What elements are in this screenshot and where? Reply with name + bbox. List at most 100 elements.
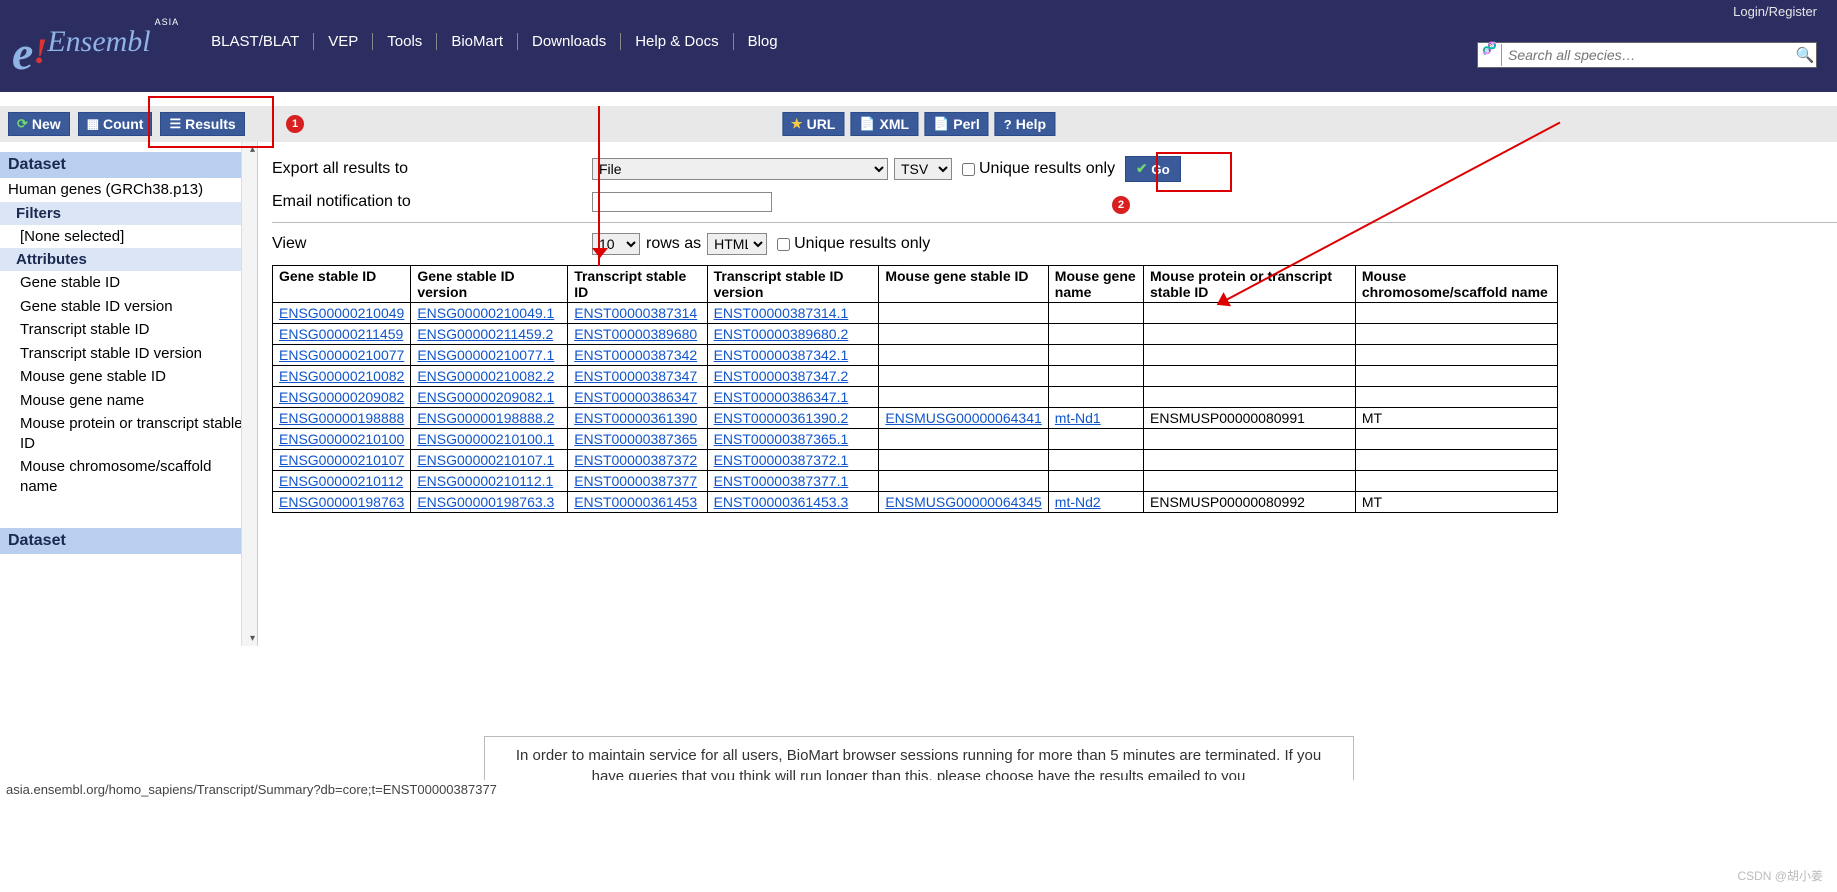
view-format-select[interactable]: HTML <box>707 233 767 255</box>
id-link[interactable]: ENSMUSG00000064345 <box>885 494 1041 510</box>
view-unique-checkbox[interactable] <box>777 238 790 251</box>
nav-tools[interactable]: Tools <box>373 33 437 50</box>
go-button[interactable]: ✔Go <box>1125 156 1181 182</box>
export-unique-checkbox[interactable] <box>962 163 975 176</box>
search-icon[interactable]: 🔍 <box>1794 46 1816 64</box>
id-link[interactable]: ENSG00000211459.2 <box>417 326 553 342</box>
table-cell: ENSG00000210082 <box>273 366 411 387</box>
login-link[interactable]: Login/Register <box>1733 4 1817 19</box>
sidebar-dataset-head[interactable]: Dataset <box>0 152 257 178</box>
id-link[interactable]: ENSG00000210077.1 <box>417 347 554 363</box>
id-link[interactable]: ENST00000387365 <box>574 431 697 447</box>
id-link[interactable]: ENST00000387314.1 <box>714 305 849 321</box>
refresh-icon: ⟳ <box>17 116 28 132</box>
ensembl-logo[interactable]: e! Ensembl ASIA <box>12 35 175 73</box>
id-link[interactable]: ENSG00000210049 <box>279 305 404 321</box>
nav-blast[interactable]: BLAST/BLAT <box>197 33 314 50</box>
id-link[interactable]: ENSG00000210112 <box>279 473 403 489</box>
export-dest-select[interactable]: File <box>592 158 888 180</box>
id-link[interactable]: ENSMUSG00000064341 <box>885 410 1041 426</box>
id-link[interactable]: mt-Nd2 <box>1055 494 1101 510</box>
id-link[interactable]: ENST00000387377 <box>574 473 697 489</box>
scroll-up-icon[interactable]: ▴ <box>250 144 255 155</box>
list-icon: ☰ <box>169 116 181 132</box>
column-header: Gene stable ID <box>273 266 411 303</box>
table-cell: ENSG00000211459.2 <box>411 324 568 345</box>
id-link[interactable]: ENSG00000210100.1 <box>417 431 554 447</box>
id-link[interactable]: ENST00000387372 <box>574 452 697 468</box>
id-link[interactable]: ENST00000361390.2 <box>714 410 849 426</box>
table-cell: ENST00000387365.1 <box>707 429 879 450</box>
id-link[interactable]: ENSG00000209082.1 <box>417 389 554 405</box>
view-count-select[interactable]: 10 <box>592 233 640 255</box>
id-link[interactable]: ENST00000361453.3 <box>714 494 849 510</box>
id-link[interactable]: ENSG00000210112.1 <box>417 473 553 489</box>
email-input[interactable] <box>592 192 772 212</box>
sidebar-dataset-head-2[interactable]: Dataset <box>0 528 257 554</box>
sidebar-dataset-value[interactable]: Human genes (GRCh38.p13) <box>0 178 257 202</box>
id-link[interactable]: ENSG00000198888.2 <box>417 410 554 426</box>
species-selector-icon[interactable]: 🧬▾ <box>1478 44 1502 66</box>
count-button[interactable]: ▦Count <box>78 112 153 136</box>
column-header: Transcript stable ID version <box>707 266 879 303</box>
id-link[interactable]: ENST00000387347.2 <box>714 368 849 384</box>
table-cell <box>1048 324 1143 345</box>
id-link[interactable]: ENST00000387342.1 <box>714 347 849 363</box>
sidebar-attr-5: Mouse gene name <box>0 389 257 413</box>
id-link[interactable]: ENSG00000209082 <box>279 389 404 405</box>
perl-button[interactable]: 📄Perl <box>924 112 989 136</box>
id-link[interactable]: ENST00000361453 <box>574 494 697 510</box>
table-cell: ENST00000387347 <box>568 366 707 387</box>
nav-blog[interactable]: Blog <box>734 33 792 50</box>
nav-help[interactable]: Help & Docs <box>621 33 733 50</box>
id-link[interactable]: ENSG00000210049.1 <box>417 305 554 321</box>
sidebar-attributes-head[interactable]: Attributes <box>0 248 257 271</box>
table-cell: ENSG00000211459 <box>273 324 411 345</box>
table-cell: ENST00000387314.1 <box>707 303 879 324</box>
id-link[interactable]: ENST00000389680 <box>574 326 697 342</box>
nav-downloads[interactable]: Downloads <box>518 33 621 50</box>
url-button[interactable]: ★URL <box>782 112 844 136</box>
id-link[interactable]: ENST00000387365.1 <box>714 431 849 447</box>
id-link[interactable]: ENSG00000210107 <box>279 452 404 468</box>
nav-vep[interactable]: VEP <box>314 33 373 50</box>
help-button[interactable]: ?Help <box>995 112 1055 136</box>
export-format-select[interactable]: TSV <box>894 158 952 180</box>
new-button[interactable]: ⟳New <box>8 112 70 136</box>
id-link[interactable]: ENST00000387347 <box>574 368 697 384</box>
id-link[interactable]: ENSG00000210082 <box>279 368 404 384</box>
id-link[interactable]: ENST00000387372.1 <box>714 452 849 468</box>
xml-button[interactable]: 📄XML <box>850 112 918 136</box>
table-cell: ENSG00000198888 <box>273 408 411 429</box>
id-link[interactable]: ENST00000387377.1 <box>714 473 849 489</box>
id-link[interactable]: ENSG00000210100 <box>279 431 404 447</box>
id-link[interactable]: ENST00000389680.2 <box>714 326 849 342</box>
search-input[interactable] <box>1502 47 1794 63</box>
id-link[interactable]: ENSG00000210082.2 <box>417 368 554 384</box>
table-cell: ENSMUSG00000064345 <box>879 492 1048 513</box>
id-link[interactable]: mt-Nd1 <box>1055 410 1101 426</box>
sidebar-filters-head[interactable]: Filters <box>0 202 257 225</box>
table-cell: ENST00000389680 <box>568 324 707 345</box>
table-cell <box>879 429 1048 450</box>
table-cell: mt-Nd1 <box>1048 408 1143 429</box>
id-link[interactable]: ENSG00000198888 <box>279 410 404 426</box>
table-cell: MT <box>1355 492 1557 513</box>
id-link[interactable]: ENSG00000210077 <box>279 347 404 363</box>
id-link[interactable]: ENST00000387314 <box>574 305 697 321</box>
id-link[interactable]: ENST00000386347 <box>574 389 697 405</box>
id-link[interactable]: ENSG00000211459 <box>279 326 403 342</box>
id-link[interactable]: ENST00000387342 <box>574 347 697 363</box>
scroll-down-icon[interactable]: ▾ <box>250 633 255 644</box>
results-button[interactable]: ☰Results <box>160 112 244 136</box>
id-link[interactable]: ENST00000386347.1 <box>714 389 849 405</box>
id-link[interactable]: ENST00000361390 <box>574 410 697 426</box>
id-link[interactable]: ENSG00000210107.1 <box>417 452 554 468</box>
table-cell <box>1144 366 1356 387</box>
sidebar-scrollbar[interactable] <box>241 142 257 646</box>
id-link[interactable]: ENSG00000198763.3 <box>417 494 554 510</box>
table-row: ENSG00000210049 ENSG00000210049.1 ENST0000… <box>273 303 1558 324</box>
table-row: ENSG00000209082 ENSG00000209082.1 ENST0000… <box>273 387 1558 408</box>
nav-biomart[interactable]: BioMart <box>437 33 518 50</box>
id-link[interactable]: ENSG00000198763 <box>279 494 404 510</box>
